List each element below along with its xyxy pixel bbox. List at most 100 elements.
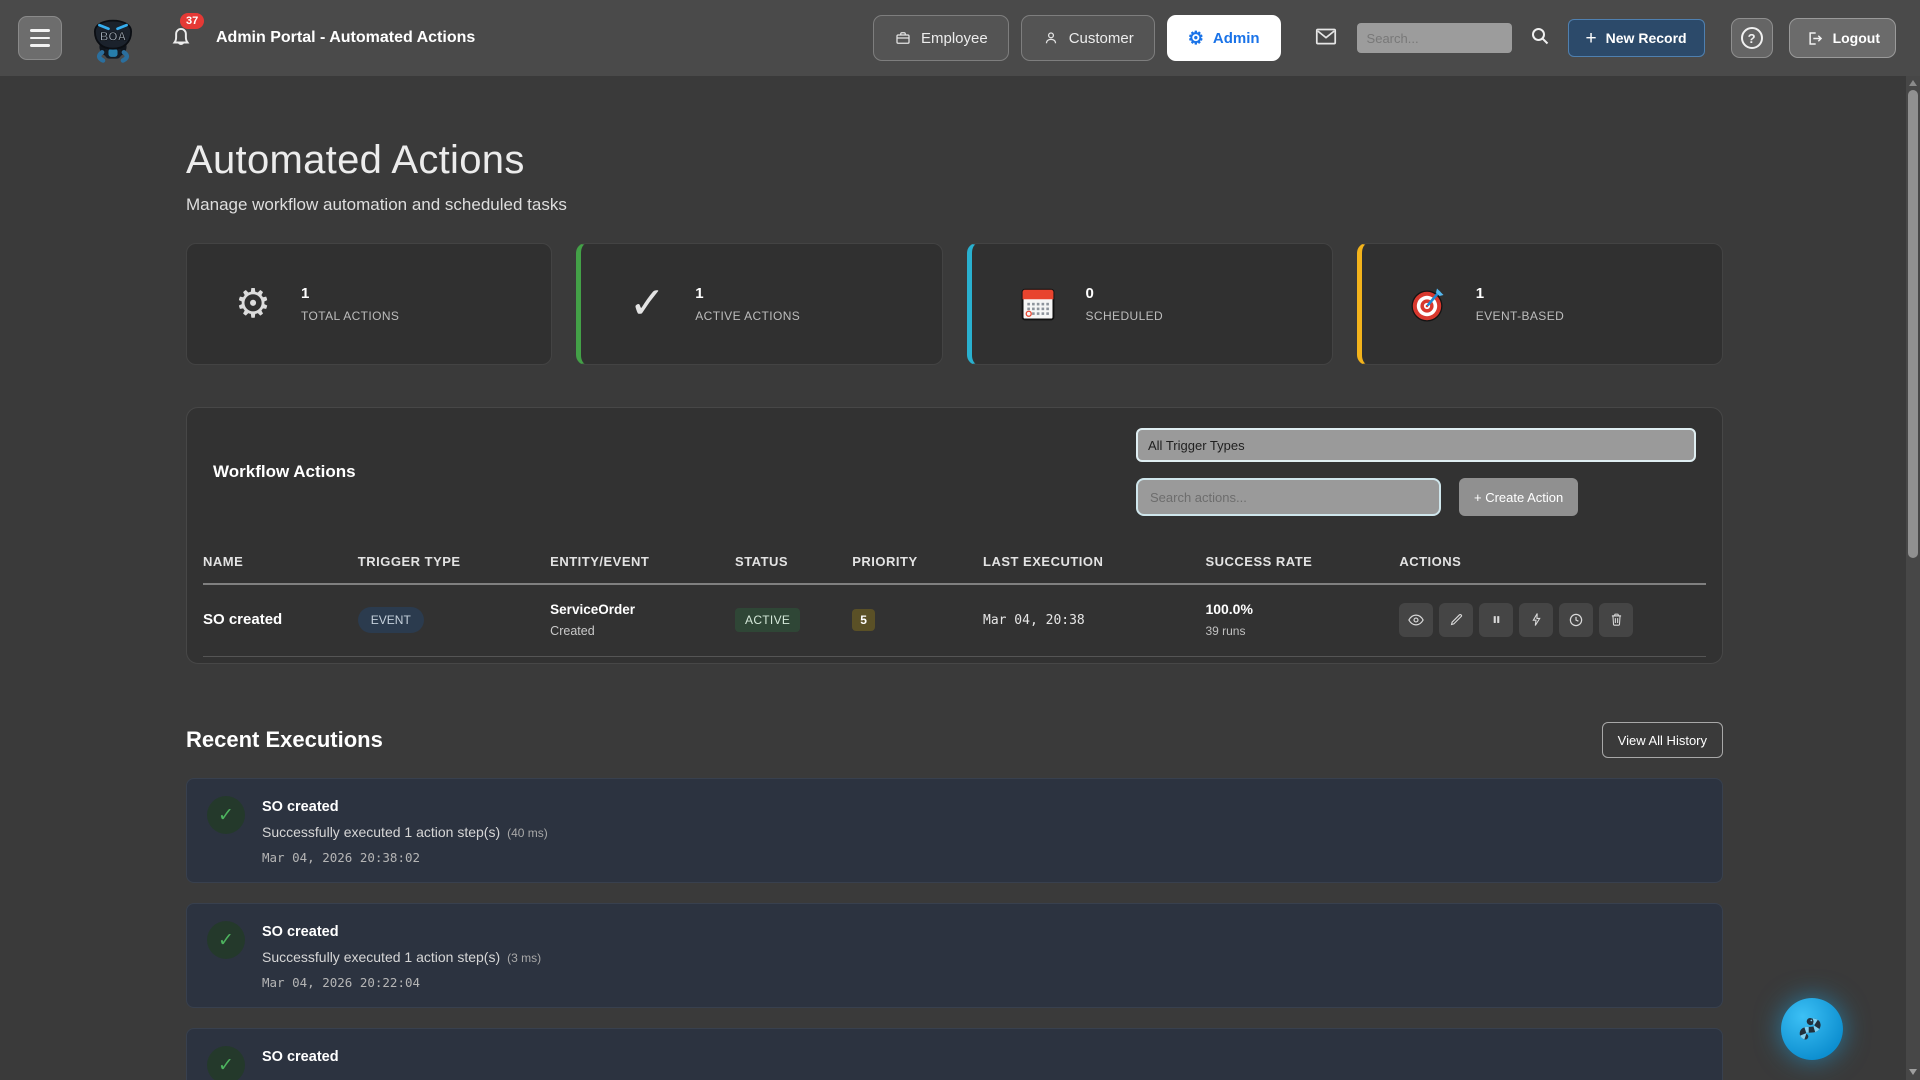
scrollbar-up-arrow[interactable] xyxy=(1909,80,1917,86)
chat-fab-button[interactable] xyxy=(1781,998,1843,1060)
hamburger-icon xyxy=(30,29,50,31)
execution-card: ✓ SO created xyxy=(186,1028,1723,1080)
execution-title: SO created xyxy=(262,796,548,815)
stats-row: ⚙ 1 TOTAL ACTIONS ✓ 1 ACTIVE ACTIONS xyxy=(186,243,1723,365)
calendar-icon xyxy=(1019,285,1057,323)
trigger-now-button[interactable] xyxy=(1519,603,1553,637)
notification-badge: 37 xyxy=(180,13,204,29)
col-name: NAME xyxy=(203,544,358,584)
stat-card-total-actions: ⚙ 1 TOTAL ACTIONS xyxy=(186,243,552,365)
create-action-button[interactable]: + Create Action xyxy=(1459,478,1578,516)
col-priority: PRIORITY xyxy=(852,544,983,584)
stat-label: ACTIVE ACTIONS xyxy=(695,309,800,323)
actions-search-input[interactable] xyxy=(1136,478,1441,516)
tab-customer[interactable]: Customer xyxy=(1021,15,1155,61)
execution-timestamp: Mar 04, 2026 20:22:04 xyxy=(262,975,541,990)
tab-label: Customer xyxy=(1069,30,1134,47)
mail-button[interactable] xyxy=(1311,23,1341,54)
gear-icon: ⚙ xyxy=(1188,29,1204,47)
success-rate-value: 100.0% xyxy=(1205,601,1399,617)
gear-icon: ⚙ xyxy=(235,284,271,324)
execution-title: SO created xyxy=(262,1046,339,1065)
edit-button[interactable] xyxy=(1439,603,1473,637)
execution-title: SO created xyxy=(262,921,541,940)
notifications-button[interactable]: 37 xyxy=(168,22,194,55)
stat-value: 0 xyxy=(1086,285,1164,302)
col-entity-event: ENTITY/EVENT xyxy=(550,544,735,584)
scrollbar-track[interactable] xyxy=(1906,76,1920,1080)
pause-icon xyxy=(1489,612,1504,627)
event-name: Created xyxy=(550,624,735,638)
trigger-type-badge: EVENT xyxy=(358,607,424,633)
recent-executions-section: Recent Executions View All History ✓ SO … xyxy=(186,722,1723,1080)
help-button[interactable]: ? xyxy=(1731,18,1773,58)
logout-button[interactable]: Logout xyxy=(1789,18,1896,58)
recent-executions-title: Recent Executions xyxy=(186,727,383,753)
new-record-button[interactable]: + New Record xyxy=(1568,19,1705,57)
table-row: SO created EVENT ServiceOrder Created AC… xyxy=(203,584,1706,657)
stat-value: 1 xyxy=(1476,285,1564,302)
tab-label: Admin xyxy=(1213,30,1260,47)
check-icon: ✓ xyxy=(629,282,666,326)
person-icon xyxy=(1042,29,1060,47)
page-header-title: Admin Portal - Automated Actions xyxy=(216,29,475,47)
col-last-execution: LAST EXECUTION xyxy=(983,544,1205,584)
clock-icon xyxy=(1567,611,1585,629)
robot-mascot-icon: BOA xyxy=(84,7,142,65)
stat-value: 1 xyxy=(301,285,399,302)
execution-timestamp: Mar 04, 2026 20:38:02 xyxy=(262,850,548,865)
stat-label: TOTAL ACTIONS xyxy=(301,309,399,323)
trigger-type-select[interactable]: All Trigger Types xyxy=(1136,428,1696,462)
tab-admin[interactable]: ⚙ Admin xyxy=(1167,15,1281,61)
workflow-actions-table: NAME TRIGGER TYPE ENTITY/EVENT STATUS PR… xyxy=(203,544,1706,657)
tab-employee[interactable]: Employee xyxy=(873,15,1009,61)
mail-icon xyxy=(1311,23,1341,49)
plus-icon: + xyxy=(1586,29,1597,48)
search-icon xyxy=(1528,24,1552,48)
main-content: Automated Actions Manage workflow automa… xyxy=(186,138,1723,1080)
stat-label: EVENT-BASED xyxy=(1476,309,1564,323)
workflow-panel-title: Workflow Actions xyxy=(213,462,356,482)
last-execution-value: Mar 04, 20:38 xyxy=(983,613,1085,628)
global-search-input[interactable] xyxy=(1357,23,1512,53)
portal-tabs: Employee Customer ⚙ Admin xyxy=(873,15,1281,61)
logout-icon xyxy=(1805,29,1824,48)
scrollbar-thumb[interactable] xyxy=(1908,90,1918,558)
view-button[interactable] xyxy=(1399,603,1433,637)
col-success-rate: SUCCESS RATE xyxy=(1205,544,1399,584)
hamburger-menu-button[interactable] xyxy=(18,16,62,60)
priority-badge: 5 xyxy=(852,609,875,631)
col-actions: ACTIONS xyxy=(1399,544,1706,584)
app-logo: BOA xyxy=(84,7,142,70)
delete-button[interactable] xyxy=(1599,603,1633,637)
action-name: SO created xyxy=(203,611,282,628)
tab-label: Employee xyxy=(921,30,988,47)
pencil-icon xyxy=(1448,611,1465,628)
table-header-row: NAME TRIGGER TYPE ENTITY/EVENT STATUS PR… xyxy=(203,544,1706,584)
scrollbar-down-arrow[interactable] xyxy=(1909,1069,1917,1075)
col-status: STATUS xyxy=(735,544,852,584)
execution-message: Successfully executed 1 action step(s) xyxy=(262,949,500,965)
status-badge: ACTIVE xyxy=(735,608,800,632)
trash-icon xyxy=(1608,611,1625,628)
execution-message: Successfully executed 1 action step(s) xyxy=(262,824,500,840)
target-icon xyxy=(1408,284,1448,324)
execution-card: ✓ SO created Successfully executed 1 act… xyxy=(186,778,1723,883)
entity-name: ServiceOrder xyxy=(550,602,735,617)
success-check-icon: ✓ xyxy=(207,1046,245,1080)
success-check-icon: ✓ xyxy=(207,921,245,959)
search-button[interactable] xyxy=(1528,24,1552,53)
snake-icon xyxy=(1793,1010,1831,1048)
success-check-icon: ✓ xyxy=(207,796,245,834)
briefcase-icon xyxy=(894,29,912,47)
page-subtitle: Manage workflow automation and scheduled… xyxy=(186,195,1723,215)
stat-card-event-based: 1 EVENT-BASED xyxy=(1357,243,1723,365)
workflow-actions-panel: Workflow Actions All Trigger Types + Cre… xyxy=(186,407,1723,664)
history-button[interactable] xyxy=(1559,603,1593,637)
col-trigger-type: TRIGGER TYPE xyxy=(358,544,550,584)
pause-button[interactable] xyxy=(1479,603,1513,637)
stat-card-scheduled: 0 SCHEDULED xyxy=(967,243,1333,365)
view-all-history-button[interactable]: View All History xyxy=(1602,722,1723,758)
stat-card-active-actions: ✓ 1 ACTIVE ACTIONS xyxy=(576,243,942,365)
stat-value: 1 xyxy=(695,285,800,302)
